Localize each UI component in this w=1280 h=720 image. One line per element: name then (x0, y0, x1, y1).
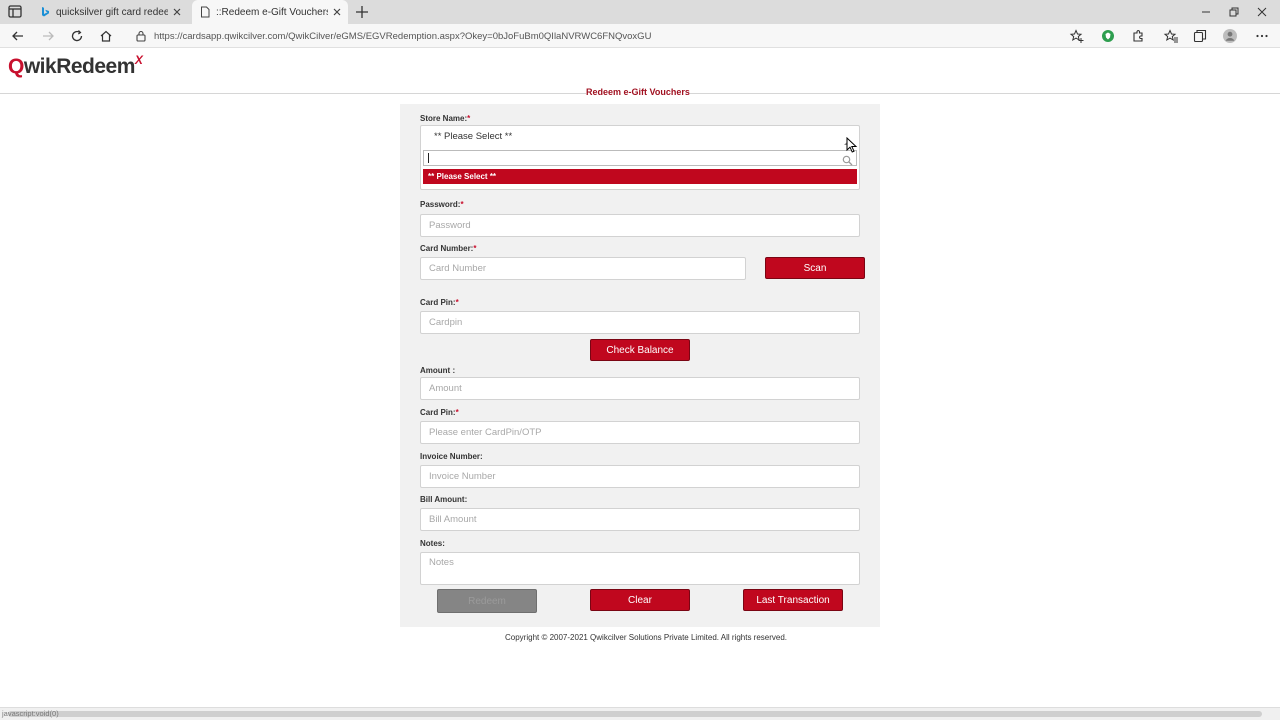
url-field[interactable]: https://cardsapp.qwikcilver.com/QwikCilv… (128, 26, 1090, 46)
page-title: Redeem e-Gift Vouchers (586, 87, 690, 97)
store-option[interactable]: ** Please Select ** (423, 169, 857, 184)
close-tab-icon[interactable] (330, 5, 344, 19)
extensions-icon[interactable] (1130, 28, 1146, 44)
clear-button[interactable]: Clear (590, 589, 690, 611)
browser-tab-bar: quicksilver gift card redeem - Bi ::Rede… (0, 0, 1280, 24)
restore-icon[interactable] (1226, 4, 1242, 20)
bing-icon (39, 6, 51, 18)
qwikredeem-logo: QwikRedeemX (8, 53, 143, 78)
new-tab-icon[interactable] (354, 4, 370, 20)
card-pin-field[interactable] (420, 311, 860, 334)
status-bar: javascript:void(0) (0, 707, 1280, 720)
url-text: https://cardsapp.qwikcilver.com/QwikCilv… (154, 30, 652, 42)
mouse-cursor-icon (846, 136, 858, 153)
redeem-form-panel: Store Name:* ** Please Select ** ** Plea… (400, 104, 880, 627)
tab-label: ::Redeem e-Gift Vouchers:: (216, 6, 328, 18)
close-tab-icon[interactable] (170, 5, 184, 19)
copyright-text: Copyright © 2007-2021 Qwikcilver Solutio… (505, 633, 788, 642)
card-number-field[interactable] (420, 257, 746, 280)
redeem-button[interactable]: Redeem (437, 589, 537, 613)
refresh-icon[interactable] (69, 28, 85, 44)
amount-field[interactable] (420, 377, 860, 400)
store-search-input[interactable] (423, 150, 857, 166)
bill-amount-label: Bill Amount: (420, 495, 468, 504)
password-label: Password:* (420, 200, 464, 209)
tab-redeem-vouchers[interactable]: ::Redeem e-Gift Vouchers:: (192, 0, 348, 24)
text-caret (428, 153, 429, 163)
tab-actions-icon[interactable] (6, 4, 24, 20)
close-window-icon[interactable] (1254, 4, 1270, 20)
favorites-icon[interactable] (1163, 28, 1179, 44)
password-field[interactable] (420, 214, 860, 237)
amount-label: Amount : (420, 366, 456, 375)
back-icon[interactable] (10, 28, 26, 44)
store-name-label: Store Name:* (420, 114, 471, 123)
check-balance-button[interactable]: Check Balance (590, 339, 690, 361)
extension-shield-icon[interactable] (1100, 28, 1116, 44)
notes-label: Notes: (420, 539, 445, 548)
card-number-label: Card Number:* (420, 244, 477, 253)
lock-icon[interactable] (134, 29, 148, 43)
address-bar: https://cardsapp.qwikcilver.com/QwikCilv… (0, 24, 1280, 48)
search-icon (842, 153, 853, 166)
invoice-number-label: Invoice Number: (420, 452, 483, 461)
page-icon (199, 6, 211, 18)
profile-avatar-icon[interactable] (1222, 28, 1238, 44)
horizontal-scrollbar[interactable] (8, 711, 1262, 717)
notes-field[interactable] (420, 552, 860, 585)
minimize-icon[interactable] (1198, 4, 1214, 20)
forward-icon[interactable] (40, 28, 56, 44)
card-pin-otp-label: Card Pin:* (420, 408, 459, 417)
link-status-text: javascript:void(0) (2, 709, 59, 718)
page-content: QwikRedeemX Redeem e-Gift Vouchers Store… (0, 49, 1280, 707)
tab-bing-search[interactable]: quicksilver gift card redeem - Bi (32, 0, 188, 24)
card-pin-label: Card Pin:* (420, 298, 459, 307)
invoice-number-field[interactable] (420, 465, 860, 488)
home-icon[interactable] (98, 28, 114, 44)
more-options-icon[interactable] (1254, 28, 1270, 44)
scan-button[interactable]: Scan (765, 257, 865, 279)
store-name-select[interactable]: ** Please Select ** ** Please Select ** (420, 125, 860, 190)
add-favorite-icon[interactable] (1069, 28, 1085, 44)
card-pin-otp-field[interactable] (420, 421, 860, 444)
collections-icon[interactable] (1192, 28, 1208, 44)
store-name-selected-value: ** Please Select ** (434, 131, 513, 142)
tab-label: quicksilver gift card redeem - Bi (56, 6, 168, 18)
bill-amount-field[interactable] (420, 508, 860, 531)
last-transaction-button[interactable]: Last Transaction (743, 589, 843, 611)
